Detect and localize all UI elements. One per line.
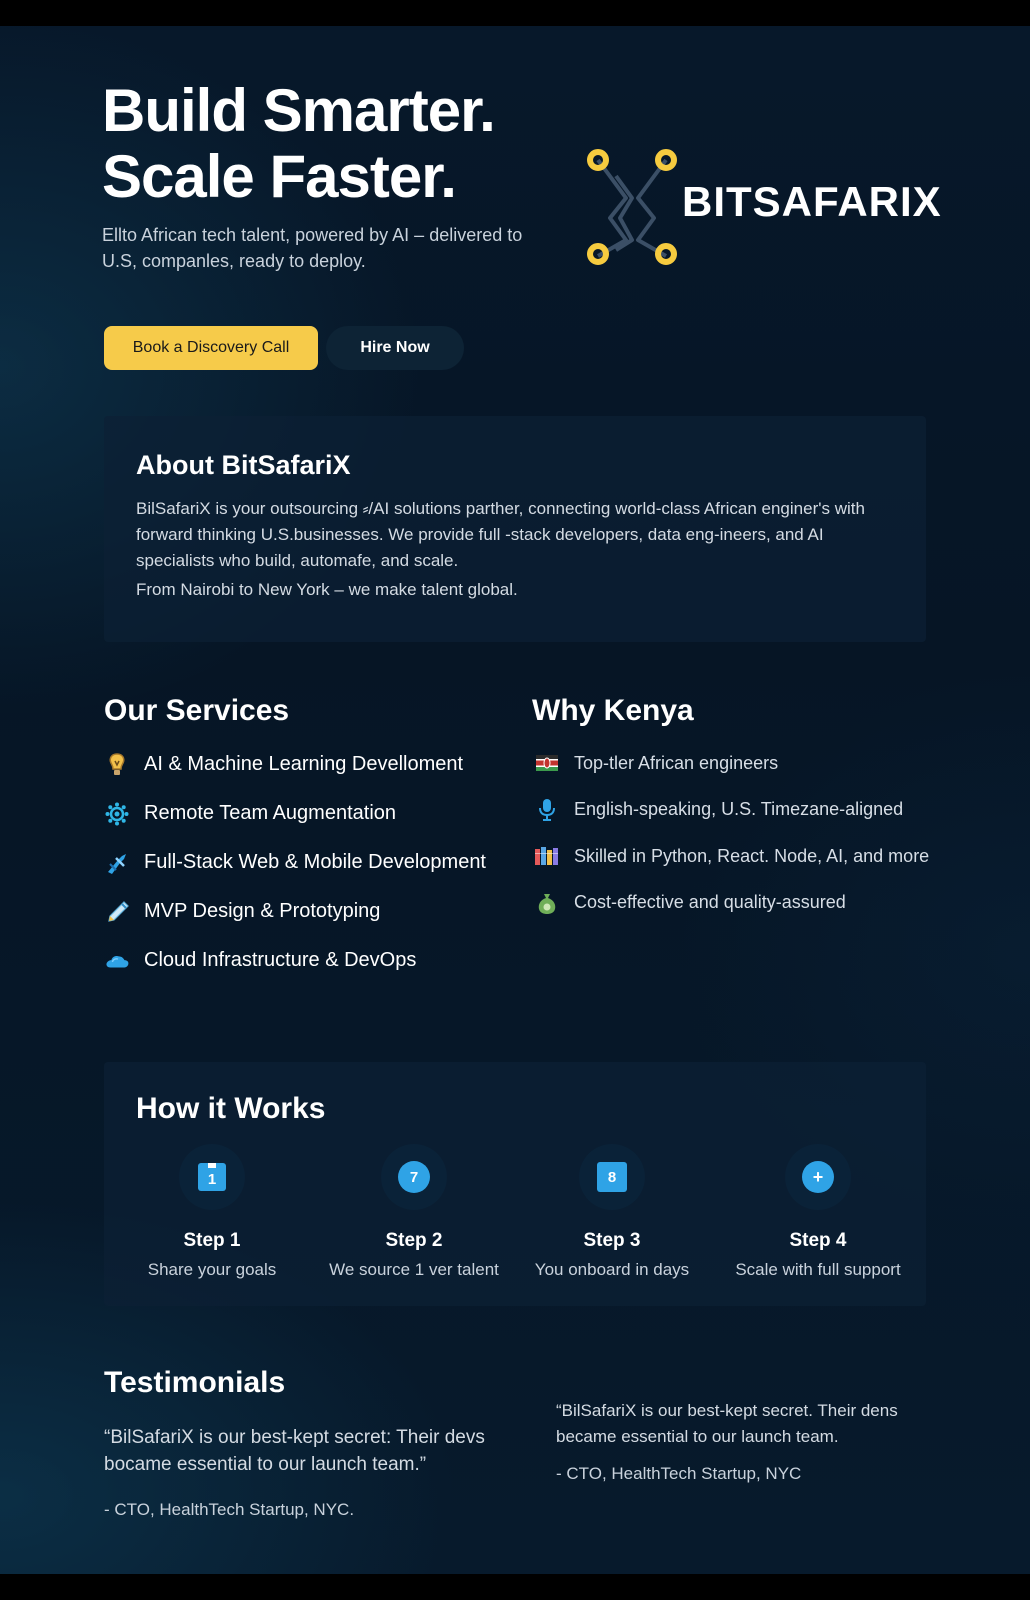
- testimonial-author-2: - CTO, HealthTech Startup, NYC: [556, 1464, 802, 1483]
- service-label: MVP Design & Prototyping: [144, 900, 381, 922]
- about-body: BilSafariX is your outsourcing ⸗/AI solu…: [136, 499, 865, 570]
- how-it-works-section: How it Works 1 Step 1 Share your goals 7…: [104, 1062, 926, 1306]
- cloud-icon: [104, 948, 130, 974]
- step-2-desc: We source 1 ver talent: [329, 1260, 499, 1279]
- why-label: English-speaking, U.S. Timezane-aligned: [574, 799, 904, 820]
- microphone-icon: [534, 797, 560, 823]
- testimonial-author-1: - CTO, HealthTech Startup, NYC.: [104, 1500, 355, 1519]
- flag-icon: [534, 750, 560, 776]
- step-3-desc: You onboard in days: [534, 1260, 690, 1279]
- service-label: Cloud Infrastructure & DevOps: [144, 949, 417, 971]
- why-kenya-list: Top-tler African engineers English-speak…: [534, 740, 929, 926]
- about-tagline: From Nairobi to New York – we make talen…: [136, 580, 518, 599]
- why-item-engineers: Top-tler African engineers: [534, 740, 929, 787]
- testimonials-title: Testimonials: [104, 1366, 286, 1399]
- why-label: Skilled in Python, React. Node, AI, and …: [574, 845, 930, 866]
- step-3-number: 8: [597, 1162, 627, 1192]
- step-4-badge: +: [785, 1144, 851, 1210]
- step-3-label: Step 3: [583, 1230, 641, 1251]
- why-item-english: English-speaking, U.S. Timezane-aligned: [534, 787, 929, 834]
- service-item-remote-team: Remote Team Augmentation: [104, 789, 486, 838]
- logo-mark-icon: [587, 149, 677, 265]
- step-3: 8 Step 3 You onboard in days: [512, 1144, 712, 1280]
- bitsafarix-logo[interactable]: BITSAFARIX: [586, 146, 941, 270]
- how-it-works-title: How it Works: [136, 1092, 326, 1125]
- why-item-skills: Skilled in Python, React. Node, AI, and …: [534, 833, 929, 880]
- services-list: AI & Machine Learning Develloment Remote…: [104, 740, 486, 985]
- step-3-badge: 8: [579, 1144, 645, 1210]
- services-title: Our Services: [104, 694, 290, 727]
- tool-icon: [104, 850, 130, 876]
- service-label: Remote Team Augmentation: [144, 802, 397, 824]
- book-discovery-call-button[interactable]: Book a Discovery Call: [104, 326, 318, 370]
- step-4-number: +: [802, 1161, 834, 1193]
- money-bag-icon: [534, 890, 560, 916]
- pencil-icon: [104, 899, 130, 925]
- step-1-desc: Share your goals: [147, 1260, 277, 1279]
- service-label: AI & Machine Learning Develloment: [144, 753, 464, 775]
- why-kenya-title: Why Kenya: [532, 694, 694, 727]
- service-item-fullstack: Full-Stack Web & Mobile Development: [104, 838, 486, 887]
- step-4-label: Step 4: [789, 1230, 847, 1251]
- service-item-ai-ml: AI & Machine Learning Develloment: [104, 740, 486, 789]
- step-1-badge: 1: [179, 1144, 245, 1210]
- about-section: About BitSafariX BilSafariX is your outs…: [104, 416, 926, 642]
- step-1-number: 1: [207, 1170, 217, 1188]
- step-2: 7 Step 2 We source 1 ver talent: [314, 1144, 514, 1280]
- logo-wordmark: BITSAFARIX: [682, 178, 942, 225]
- network-icon: [104, 801, 130, 827]
- step-4-desc: Scale with full support: [735, 1260, 901, 1279]
- bottom-bar: [0, 1574, 1030, 1600]
- step-2-badge: 7: [381, 1144, 447, 1210]
- hero-subtitle: Ellto African tech talent, powered by AI…: [102, 225, 523, 271]
- hero-title-line-1: Build Smarter.: [102, 77, 496, 144]
- about-title: About BitSafariX: [136, 450, 351, 480]
- service-label: Full-Stack Web & Mobile Development: [144, 851, 486, 873]
- step-1: 1 Step 1 Share your goals: [112, 1144, 312, 1280]
- step-1-label: Step 1: [183, 1230, 241, 1251]
- step-4: + Step 4 Scale with full support: [718, 1144, 918, 1280]
- why-label: Cost-effective and quality-assured: [574, 892, 846, 913]
- hero-title: Build Smarter. Scale Faster.: [102, 77, 496, 210]
- testimonial-quote-2: “BilSafariX is our best-kept secret. The…: [556, 1401, 898, 1446]
- step-2-label: Step 2: [385, 1230, 443, 1251]
- service-item-mvp: MVP Design & Prototyping: [104, 887, 486, 936]
- books-icon: [534, 843, 560, 869]
- testimonial-quote-1: “BilSafariX is our best-kept secret: The…: [104, 1427, 485, 1475]
- bulb-icon: [104, 752, 130, 778]
- why-item-cost: Cost-effective and quality-assured: [534, 880, 929, 927]
- hero-title-line-2: Scale Faster.: [102, 143, 457, 210]
- service-item-cloud: Cloud Infrastructure & DevOps: [104, 936, 486, 985]
- step-2-number: 7: [398, 1161, 430, 1193]
- why-label: Top-tler African engineers: [574, 752, 779, 773]
- hire-now-button[interactable]: Hire Now: [326, 326, 464, 370]
- landing-page: Build Smarter. Scale Faster. Ellto Afric…: [0, 26, 1030, 1574]
